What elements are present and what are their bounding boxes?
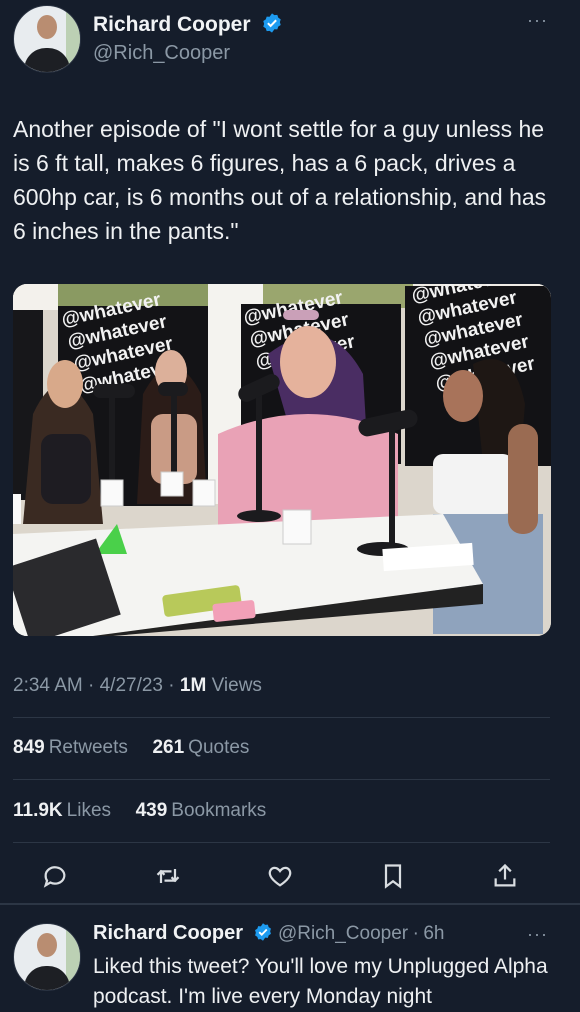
- share-icon: [494, 863, 516, 887]
- share-button[interactable]: [490, 861, 520, 891]
- bookmarks-label: Bookmarks: [171, 800, 267, 821]
- likes-count: 11.9K: [13, 800, 63, 821]
- bookmarks-link[interactable]: 439 Bookmarks: [136, 800, 267, 821]
- author-avatar[interactable]: [13, 5, 81, 73]
- views-label: Views: [211, 675, 262, 696]
- quotes-link[interactable]: 261 Quotes: [152, 737, 249, 758]
- reply-time-ago[interactable]: 6h: [423, 923, 444, 944]
- bookmarks-count: 439: [135, 800, 168, 821]
- retweet-button[interactable]: [153, 861, 183, 891]
- reply-button[interactable]: [40, 861, 70, 891]
- tweet-meta: 2:34 AM · 4/27/23 · 1M Views: [13, 675, 262, 697]
- bookmark-icon: [384, 864, 401, 889]
- reply-author-handle[interactable]: @Rich_Cooper: [278, 923, 408, 944]
- views-count: 1M: [179, 675, 207, 696]
- tweet-text: Another episode of "I wont settle for a …: [13, 116, 547, 244]
- bookmark-button[interactable]: [378, 861, 408, 891]
- tweet-media-image[interactable]: @whatever @whatever @whatever @whatever …: [13, 284, 551, 636]
- reply-text: Liked this tweet? You'll love my Unplugg…: [93, 955, 548, 1008]
- author-name-row[interactable]: Richard Cooper: [93, 12, 283, 37]
- retweets-link[interactable]: 849 Retweets: [13, 737, 133, 758]
- retweets-count: 849: [13, 737, 45, 758]
- divider: [13, 779, 550, 780]
- like-bookmark-stats: 11.9K Likes 439 Bookmarks: [13, 800, 266, 822]
- likes-link[interactable]: 11.9K Likes: [13, 800, 116, 821]
- retweet-quote-stats: 849 Retweets 261 Quotes: [13, 737, 249, 759]
- retweets-label: Retweets: [48, 737, 128, 758]
- tweet-date[interactable]: 4/27/23: [100, 675, 163, 696]
- reply-more-options-icon[interactable]: ···: [527, 924, 548, 945]
- more-options-icon[interactable]: ···: [527, 10, 548, 31]
- quotes-count: 261: [152, 737, 185, 758]
- author-handle[interactable]: @Rich_Cooper: [93, 42, 230, 65]
- section-divider: [0, 903, 580, 905]
- retweet-icon: [156, 869, 179, 883]
- verified-badge-icon: [255, 923, 272, 941]
- action-bar: [40, 858, 520, 894]
- author-name[interactable]: Richard Cooper: [93, 13, 251, 36]
- reply-author-avatar[interactable]: [13, 923, 81, 991]
- quotes-label: Quotes: [188, 737, 250, 758]
- divider: [13, 717, 550, 718]
- like-icon: [268, 866, 292, 887]
- divider: [13, 842, 550, 843]
- tweet-time[interactable]: 2:34 AM: [13, 675, 83, 696]
- meta-separator: ·: [88, 675, 100, 696]
- meta-separator: ·: [168, 675, 180, 696]
- meta-separator: ·: [412, 923, 419, 944]
- like-button[interactable]: [265, 861, 295, 891]
- likes-label: Likes: [66, 800, 112, 821]
- reply-header: Richard Cooper @Rich_Cooper · 6h: [93, 922, 445, 945]
- reply-author-name[interactable]: Richard Cooper: [93, 922, 243, 944]
- reply-icon: [43, 866, 66, 888]
- podcast-photo: @whatever @whatever @whatever @whatever …: [13, 284, 551, 636]
- verified-badge-icon: [263, 13, 281, 33]
